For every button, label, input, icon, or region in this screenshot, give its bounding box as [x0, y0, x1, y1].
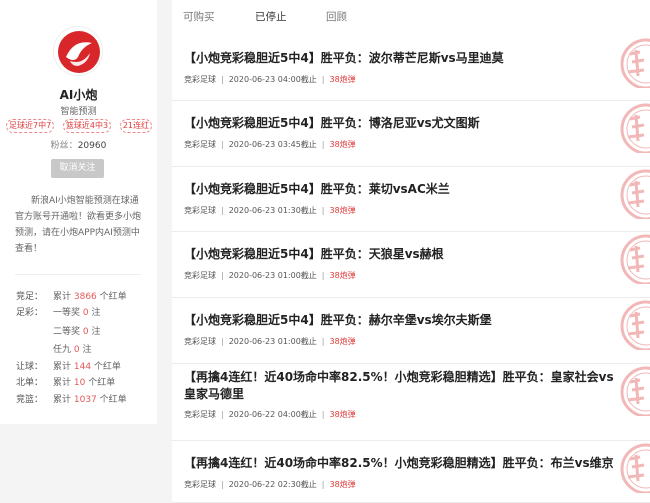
record-badge: 篮球近4中3 — [62, 119, 112, 133]
badge-list: 足球近7中7 篮球近4中3 21连红 — [6, 119, 152, 133]
meta-separator: | — [221, 75, 224, 84]
fans-count: 粉丝：20960 — [0, 138, 157, 151]
item-deadline: 2020-06-23 04:00截止 — [228, 75, 317, 84]
main-panel: 可购买 已停止 回顾 【小炮竞彩稳胆近5中4】胜平负：波尔蒂芒尼斯vs马里迪莫竞… — [172, 0, 650, 503]
meta-separator: | — [321, 206, 325, 215]
red-stamp-icon — [610, 101, 650, 153]
fans-label: 粉丝： — [50, 141, 78, 151]
avatar[interactable] — [53, 26, 103, 76]
meta-separator: | — [221, 271, 224, 280]
tab-available[interactable]: 可购买 — [183, 9, 215, 24]
red-stamp-icon — [610, 167, 650, 219]
red-stamp-icon — [610, 36, 650, 88]
meta-separator: | — [221, 140, 224, 149]
item-category: 竞彩足球 — [184, 480, 216, 489]
list-item[interactable]: 【再擒4连红！近40场命中率82.5%！小炮竞彩稳胆精选】胜平负：布兰vs维京竞… — [172, 441, 650, 503]
item-category: 竞彩足球 — [184, 271, 216, 280]
list-item[interactable]: 【小炮竞彩稳胆近5中4】胜平负：波尔蒂芒尼斯vs马里迪莫竞彩足球 | 2020-06… — [172, 36, 650, 101]
profile-sidebar: AI小炮 智能预测 足球近7中7 篮球近4中3 21连红 粉丝：20960 取消… — [0, 0, 157, 424]
item-category: 竞彩足球 — [184, 206, 216, 215]
meta-separator: | — [221, 410, 224, 419]
item-title[interactable]: 【再擒4连红！近40场命中率82.5%！小炮竞彩稳胆精选】胜平负：布兰vs维京 — [184, 455, 624, 472]
item-deadline: 2020-06-22 04:00截止 — [228, 410, 317, 419]
meta-separator: | — [321, 337, 325, 346]
meta-separator: | — [321, 271, 325, 280]
item-deadline: 2020-06-23 01:00截止 — [228, 271, 317, 280]
item-title[interactable]: 【小炮竞彩稳胆近5中4】胜平负：波尔蒂芒尼斯vs马里迪莫 — [184, 50, 624, 67]
item-price: 38炮弹 — [329, 480, 356, 489]
item-deadline: 2020-06-22 02:30截止 — [228, 480, 317, 489]
meta-separator: | — [321, 140, 325, 149]
stat-row: 足彩： 一等奖 0 注 — [16, 308, 101, 318]
stat-row: 二等奖 0 注 — [53, 327, 101, 337]
meta-separator: | — [321, 75, 325, 84]
item-meta: 竞彩足球 | 2020-06-22 04:00截止 | 38炮弹 — [184, 409, 356, 420]
item-meta: 竞彩足球 | 2020-06-22 02:30截止 | 38炮弹 — [184, 479, 356, 490]
item-meta: 竞彩足球 | 2020-06-23 01:30截止 | 38炮弹 — [184, 205, 356, 216]
meta-separator: | — [221, 206, 224, 215]
item-meta: 竞彩足球 | 2020-06-23 03:45截止 | 38炮弹 — [184, 139, 356, 150]
fans-value: 20960 — [77, 141, 107, 151]
meta-separator: | — [221, 480, 224, 489]
item-meta: 竞彩足球 | 2020-06-23 04:00截止 | 38炮弹 — [184, 74, 356, 85]
divider — [15, 274, 141, 275]
item-category: 竞彩足球 — [184, 140, 216, 149]
profile-description: 新浪AI小炮智能预测在球通官方账号开通啦！欲看更多小炮预测，请在小炮APP内AI… — [15, 196, 142, 254]
red-stamp-icon — [610, 232, 650, 284]
item-price: 38炮弹 — [329, 271, 356, 280]
item-price: 38炮弹 — [329, 337, 356, 346]
stat-row: 北单： 累计 10 个红单 — [16, 378, 116, 388]
item-category: 竞彩足球 — [184, 337, 216, 346]
item-deadline: 2020-06-23 01:30截止 — [228, 206, 317, 215]
record-badge: 足球近7中7 — [6, 119, 55, 133]
item-meta: 竞彩足球 | 2020-06-23 01:00截止 | 38炮弹 — [184, 336, 356, 347]
tab-stopped[interactable]: 已停止 — [255, 9, 287, 24]
list-item[interactable]: 【小炮竞彩稳胆近5中4】胜平负：赫尔辛堡vs埃尔夫斯堡竞彩足球 | 2020-06-… — [172, 298, 650, 364]
list-item[interactable]: 【再擒4连红！近40场命中率82.5%！小炮竞彩稳胆精选】胜平负：皇家社会vs皇… — [172, 364, 650, 441]
tab-review[interactable]: 回顾 — [326, 9, 347, 24]
profile-subtitle: 智能预测 — [60, 107, 97, 117]
tab-bar: 可购买 已停止 回顾 — [172, 0, 650, 34]
meta-separator: | — [321, 410, 325, 419]
item-meta: 竞彩足球 | 2020-06-23 01:00截止 | 38炮弹 — [184, 270, 356, 281]
list-item[interactable]: 【小炮竞彩稳胆近5中4】胜平负：莱切vsAC米兰竞彩足球 | 2020-06-23 … — [172, 167, 650, 232]
red-stamp-icon — [610, 364, 650, 416]
stat-row: 让球： 累计 144 个红单 — [16, 362, 121, 372]
item-price: 38炮弹 — [329, 75, 356, 84]
stat-row: 竞足： 累计 3866 个红单 — [16, 292, 127, 302]
meta-separator: | — [321, 480, 325, 489]
item-title[interactable]: 【小炮竞彩稳胆近5中4】胜平负：赫尔辛堡vs埃尔夫斯堡 — [184, 312, 624, 329]
list-item[interactable]: 【小炮竞彩稳胆近5中4】胜平负：天狼星vs赫根竞彩足球 | 2020-06-23 0… — [172, 232, 650, 298]
item-title[interactable]: 【小炮竞彩稳胆近5中4】胜平负：天狼星vs赫根 — [184, 246, 624, 263]
item-price: 38炮弹 — [329, 140, 356, 149]
item-category: 竞彩足球 — [184, 410, 216, 419]
item-price: 38炮弹 — [329, 206, 356, 215]
item-title[interactable]: 【小炮竞彩稳胆近5中4】胜平负：博洛尼亚vs尤文图斯 — [184, 115, 624, 132]
red-stamp-icon — [610, 441, 650, 493]
stat-row: 任九 0 注 — [53, 345, 92, 355]
item-price: 38炮弹 — [329, 410, 356, 419]
record-badge: 21连红 — [119, 119, 152, 133]
ai-logo-icon — [58, 31, 100, 73]
red-stamp-icon — [610, 298, 650, 350]
unfollow-button[interactable]: 取消关注 — [51, 159, 104, 178]
item-title[interactable]: 【小炮竞彩稳胆近5中4】胜平负：莱切vsAC米兰 — [184, 181, 624, 198]
item-deadline: 2020-06-23 03:45截止 — [228, 140, 317, 149]
meta-separator: | — [221, 337, 224, 346]
list-item[interactable]: 【小炮竞彩稳胆近5中4】胜平负：博洛尼亚vs尤文图斯竞彩足球 | 2020-06-2… — [172, 101, 650, 167]
item-deadline: 2020-06-23 01:00截止 — [228, 337, 317, 346]
profile-name: AI小炮 — [59, 88, 98, 102]
item-category: 竞彩足球 — [184, 75, 216, 84]
item-title[interactable]: 【再擒4连红！近40场命中率82.5%！小炮竞彩稳胆精选】胜平负：皇家社会vs皇… — [184, 369, 624, 403]
stat-row: 竞篮： 累计 1037 个红单 — [16, 395, 127, 405]
